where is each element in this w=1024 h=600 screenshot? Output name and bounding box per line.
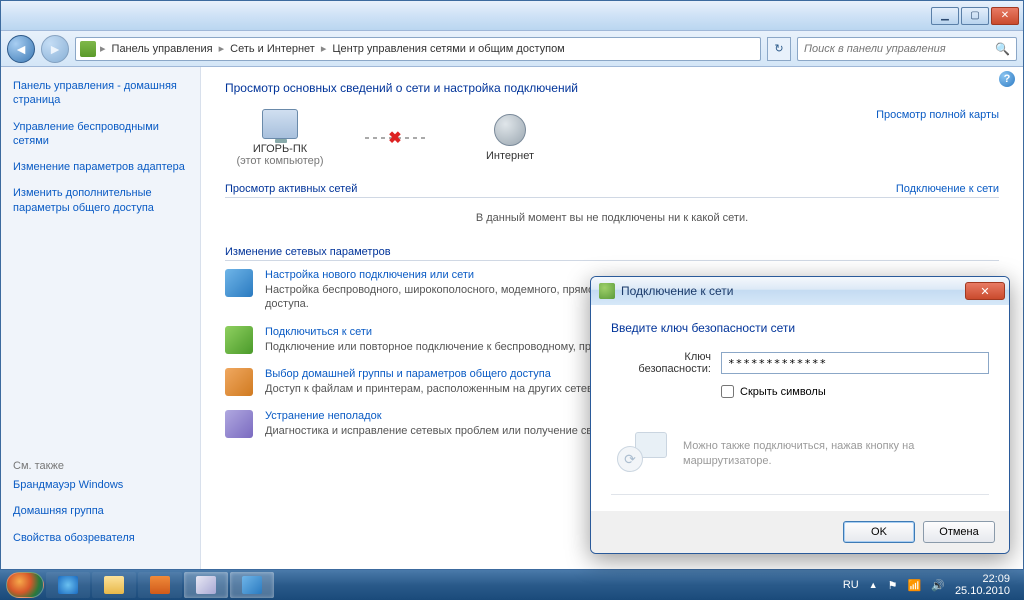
troubleshoot-icon	[225, 410, 253, 438]
taskbar-clock[interactable]: 22:09 25.10.2010	[955, 573, 1010, 597]
sidebar-link-internet-options[interactable]: Свойства обозревателя	[13, 531, 188, 545]
network-connection-line: ✖	[365, 137, 425, 139]
sidebar-link-adapter[interactable]: Изменение параметров адаптера	[13, 160, 188, 174]
pc-subtitle: (этот компьютер)	[225, 155, 335, 167]
search-input[interactable]	[804, 43, 995, 55]
task-new-connection-link[interactable]: Настройка нового подключения или сети	[265, 269, 474, 281]
router-hint-icon: ⟳	[611, 432, 667, 476]
dialog-close-button[interactable]: ✕	[965, 282, 1005, 300]
close-button[interactable]: ✕	[991, 7, 1019, 25]
window-titlebar: ▁ ▢ ✕	[1, 1, 1023, 31]
sidebar-see-also-label: См. также	[13, 460, 188, 472]
router-hint: ⟳ Можно также подключиться, нажав кнопку…	[611, 422, 989, 495]
nav-forward-button[interactable]: ►	[41, 35, 69, 63]
sidebar-link-sharing[interactable]: Изменить дополнительные параметры общего…	[13, 186, 188, 215]
dialog-heading: Введите ключ безопасности сети	[611, 321, 989, 335]
search-box[interactable]: 🔍	[797, 37, 1017, 61]
cancel-button[interactable]: Отмена	[923, 521, 995, 543]
network-node-internet: Интернет	[455, 114, 565, 162]
sidebar-link-home[interactable]: Панель управления - домашняя страница	[13, 79, 188, 108]
dialog-title-text: Подключение к сети	[621, 284, 733, 298]
maximize-button[interactable]: ▢	[961, 7, 989, 25]
no-network-message: В данный момент вы не подключены ни к ка…	[225, 206, 999, 230]
internet-label: Интернет	[455, 150, 565, 162]
start-button[interactable]	[6, 572, 44, 598]
pc-icon	[262, 109, 298, 139]
help-icon[interactable]: ?	[999, 71, 1015, 87]
dialog-titlebar[interactable]: Подключение к сети ✕	[591, 277, 1009, 305]
task-connect-link[interactable]: Подключиться к сети	[265, 326, 372, 338]
network-node-pc: ИГОРЬ-ПК (этот компьютер)	[225, 109, 335, 167]
change-settings-title: Изменение сетевых параметров	[225, 246, 391, 258]
hide-characters-label: Скрыть символы	[740, 386, 826, 398]
router-hint-text: Можно также подключиться, нажав кнопку н…	[683, 439, 989, 470]
task-troubleshoot-link[interactable]: Устранение неполадок	[265, 410, 382, 422]
network-center-icon	[80, 41, 96, 57]
dialog-icon	[599, 283, 615, 299]
network-map: ИГОРЬ-ПК (этот компьютер) ✖ Интернет Про…	[225, 109, 999, 167]
paint-icon	[196, 576, 216, 594]
homegroup-icon	[225, 368, 253, 396]
security-key-label: Ключ безопасности:	[611, 351, 711, 375]
control-panel-icon	[242, 576, 262, 594]
sidebar-link-homegroup[interactable]: Домашняя группа	[13, 504, 188, 518]
sidebar-link-firewall[interactable]: Брандмауэр Windows	[13, 478, 188, 492]
system-tray: RU ▲ ⚑ 📶 🔊 22:09 25.10.2010	[843, 573, 1018, 597]
connect-icon	[225, 326, 253, 354]
taskbar-media[interactable]	[138, 572, 182, 598]
taskbar-paint[interactable]	[184, 572, 228, 598]
taskbar-explorer[interactable]	[92, 572, 136, 598]
tray-action-center-icon[interactable]: ⚑	[888, 579, 898, 592]
new-connection-icon	[225, 269, 253, 297]
disconnected-icon: ✖	[388, 128, 401, 148]
globe-icon	[494, 114, 526, 146]
breadcrumb-seg-network-internet[interactable]: Сеть и Интернет	[224, 43, 321, 55]
folder-icon	[104, 576, 124, 594]
ie-icon	[58, 576, 78, 594]
taskbar-ie[interactable]	[46, 572, 90, 598]
search-icon: 🔍	[995, 42, 1010, 56]
active-networks-title: Просмотр активных сетей	[225, 183, 357, 195]
ok-button[interactable]: OK	[843, 521, 915, 543]
taskbar-control-panel[interactable]	[230, 572, 274, 598]
page-title: Просмотр основных сведений о сети и наст…	[225, 81, 999, 95]
address-bar-row: ◄ ► ▸ Панель управления ▸ Сеть и Интерне…	[1, 31, 1023, 67]
connect-to-network-link[interactable]: Подключение к сети	[896, 183, 999, 195]
hide-characters-checkbox[interactable]	[721, 385, 734, 398]
pc-name: ИГОРЬ-ПК	[225, 143, 335, 155]
taskbar: RU ▲ ⚑ 📶 🔊 22:09 25.10.2010	[0, 570, 1024, 600]
tray-show-hidden-icon[interactable]: ▲	[869, 580, 878, 590]
breadcrumb-seg-control-panel[interactable]: Панель управления	[106, 43, 219, 55]
language-indicator[interactable]: RU	[843, 579, 859, 591]
breadcrumb-seg-network-center[interactable]: Центр управления сетями и общим доступом	[326, 43, 570, 55]
media-icon	[150, 576, 170, 594]
clock-time: 22:09	[955, 573, 1010, 585]
tray-volume-icon[interactable]: 🔊	[931, 579, 945, 592]
view-full-map-link[interactable]: Просмотр полной карты	[876, 109, 999, 121]
minimize-button[interactable]: ▁	[931, 7, 959, 25]
tray-network-icon[interactable]: 📶	[908, 579, 922, 592]
sidebar: Панель управления - домашняя страница Уп…	[1, 67, 201, 569]
security-key-input[interactable]	[721, 352, 989, 374]
clock-date: 25.10.2010	[955, 585, 1010, 597]
sidebar-link-wireless[interactable]: Управление беспроводными сетями	[13, 120, 188, 149]
nav-back-button[interactable]: ◄	[7, 35, 35, 63]
connect-dialog: Подключение к сети ✕ Введите ключ безопа…	[590, 276, 1010, 554]
task-homegroup-link[interactable]: Выбор домашней группы и параметров общег…	[265, 368, 551, 380]
refresh-button[interactable]: ↻	[767, 37, 791, 61]
breadcrumb-bar[interactable]: ▸ Панель управления ▸ Сеть и Интернет ▸ …	[75, 37, 761, 61]
